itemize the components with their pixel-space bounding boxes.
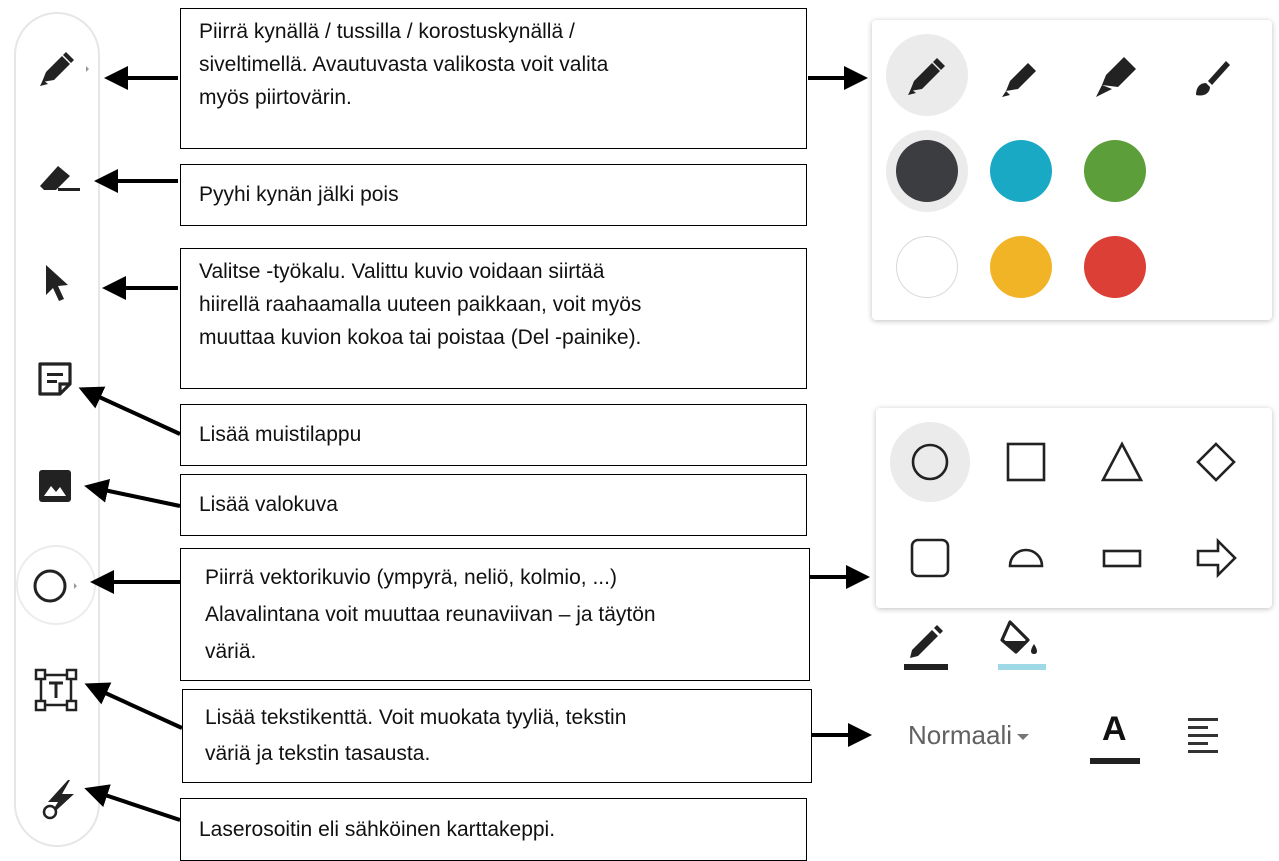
color-swatch-red[interactable] [1084,236,1146,298]
chevron-down-icon [1017,734,1030,741]
color-swatch-dark-gray[interactable] [896,140,958,202]
fill-color-indicator [998,664,1046,670]
arrow-right-icon[interactable] [1194,536,1238,580]
circle-icon[interactable] [908,440,952,484]
arrow-to-sticky-note-tool [78,386,181,436]
text-color-glyph: A [1102,710,1127,748]
color-swatch-yellow[interactable] [990,236,1052,298]
rectangle-icon[interactable] [1100,536,1144,580]
rounded-square-icon[interactable] [908,536,952,580]
fill-color-bucket-icon[interactable] [998,618,1046,664]
highlighter-icon[interactable] [1092,53,1140,101]
marker-icon[interactable] [998,55,1044,101]
text-style-label: Normaali [908,720,1013,750]
arrow-to-image-tool [84,478,181,508]
brush-icon[interactable] [1188,55,1234,101]
border-color-indicator [904,664,948,670]
color-swatch-cyan[interactable] [990,140,1052,202]
color-swatch-green[interactable] [1084,140,1146,202]
semicircle-icon[interactable] [1004,536,1048,580]
text-color-button[interactable]: A [1090,710,1142,764]
text-style-dropdown[interactable]: Normaali [908,720,1030,751]
square-icon[interactable] [1004,440,1048,484]
arrow-to-text-box-tool [84,682,183,730]
diamond-icon[interactable] [1194,440,1238,484]
arrow-to-laser-pointer-tool [84,784,181,822]
text-color-indicator [1090,758,1140,764]
pen-icon[interactable] [904,53,950,99]
shape-options-panel [876,408,1272,608]
text-align-left-icon[interactable] [1186,714,1222,756]
color-swatch-white[interactable] [896,236,958,298]
pen-options-panel [872,20,1272,320]
triangle-icon[interactable] [1100,440,1144,484]
